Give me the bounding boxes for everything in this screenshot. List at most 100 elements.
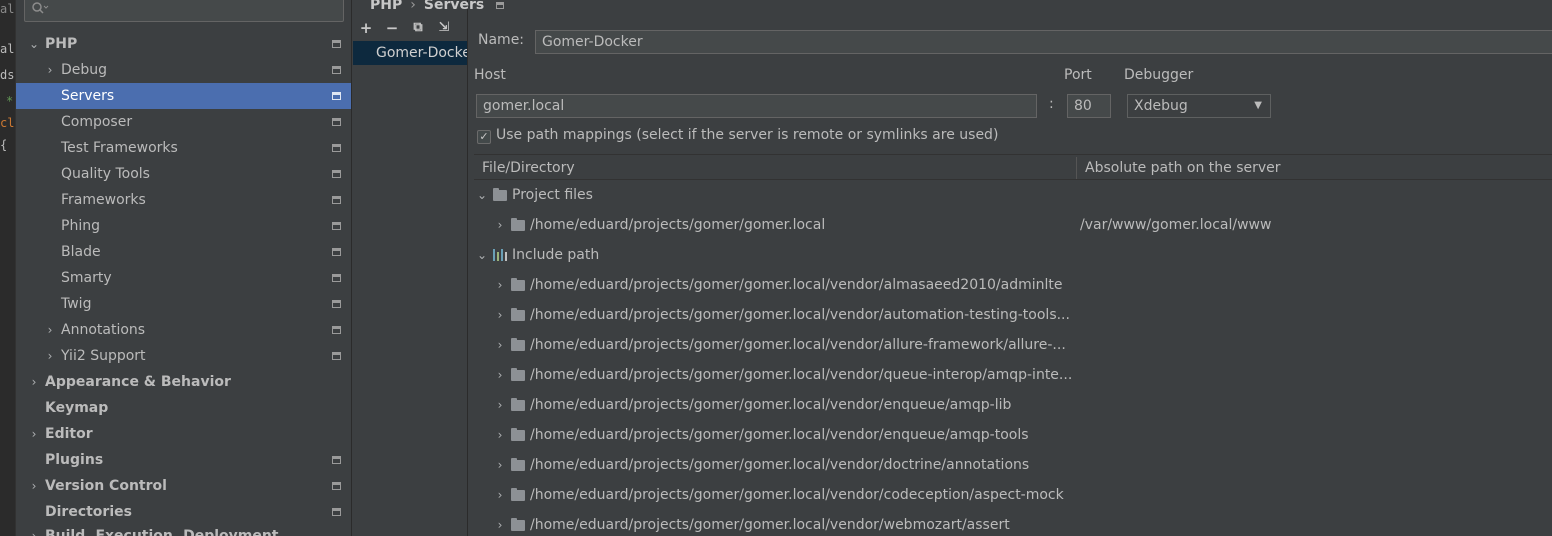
- column-header-server-path[interactable]: Absolute path on the server: [1085, 155, 1281, 181]
- tree-item-blade[interactable]: Blade: [16, 239, 351, 265]
- tree-item-label: Keymap: [45, 400, 109, 416]
- table-row-include-path[interactable]: ⌄ Include path: [474, 240, 1552, 270]
- chevron-down-icon: ▼: [1254, 100, 1262, 111]
- tree-item-servers[interactable]: Servers: [16, 83, 351, 109]
- import-server-button[interactable]: ⇲: [434, 18, 454, 38]
- editor-fragment-text: {: [0, 138, 8, 152]
- local-path: /home/eduard/projects/gomer/gomer.local/…: [530, 337, 1066, 353]
- tree-item-directories[interactable]: Directories: [16, 499, 351, 525]
- chevron-right-icon: ›: [497, 218, 503, 232]
- tree-item-yii2-support[interactable]: › Yii2 Support: [16, 343, 351, 369]
- project-level-icon: [332, 274, 341, 282]
- folder-icon: [511, 488, 525, 501]
- server-list-item[interactable]: Gomer-Docker: [353, 41, 467, 65]
- table-row[interactable]: › /home/eduard/projects/gomer/gomer.loca…: [474, 420, 1552, 450]
- project-level-icon: [332, 456, 341, 464]
- table-row-project-files[interactable]: ⌄ Project files: [474, 180, 1552, 210]
- local-path: /home/eduard/projects/gomer/gomer.local/…: [530, 517, 1010, 533]
- table-row[interactable]: › /home/eduard/projects/gomer/gomer.loca…: [474, 360, 1552, 390]
- project-level-icon: [332, 508, 341, 516]
- chevron-right-icon: ›: [497, 458, 503, 472]
- path-mappings-label[interactable]: Use path mappings (select if the server …: [496, 127, 998, 143]
- chevron-right-icon: ›: [47, 63, 53, 77]
- tree-item-plugins[interactable]: Plugins: [16, 447, 351, 473]
- tree-item-label: Composer: [61, 114, 133, 130]
- chevron-down-icon: ⌄: [476, 248, 488, 262]
- project-level-icon: [332, 222, 341, 230]
- editor-fragment-text: al: [0, 42, 15, 56]
- tree-item-test-frameworks[interactable]: Test Frameworks: [16, 135, 351, 161]
- chevron-right-icon: ›: [497, 308, 503, 322]
- project-level-icon: [332, 170, 341, 178]
- table-row[interactable]: › /home/eduard/projects/gomer/gomer.loca…: [474, 390, 1552, 420]
- tree-item-keymap[interactable]: Keymap: [16, 395, 351, 421]
- chevron-right-icon: ›: [31, 427, 37, 441]
- tree-item-quality-tools[interactable]: Quality Tools: [16, 161, 351, 187]
- chevron-right-icon: ›: [497, 278, 503, 292]
- library-icon: [493, 249, 507, 261]
- table-row[interactable]: › /home/eduard/projects/gomer/gomer.loca…: [474, 330, 1552, 360]
- table-row[interactable]: › /home/eduard/projects/gomer/gomer.loca…: [474, 300, 1552, 330]
- host-port-separator: :: [1049, 96, 1054, 112]
- debugger-select[interactable]: Xdebug ▼: [1127, 94, 1271, 118]
- column-header-file-directory[interactable]: File/Directory: [482, 155, 575, 181]
- table-row[interactable]: › /home/eduard/projects/gomer/gomer.loca…: [474, 270, 1552, 300]
- folder-icon: [511, 368, 525, 381]
- chevron-right-icon: ›: [47, 323, 53, 337]
- settings-tree: ⌄ PHP › Debug Servers Composer Test Fram…: [16, 0, 352, 536]
- chevron-right-icon: ›: [31, 375, 37, 389]
- tree-item-annotations[interactable]: › Annotations: [16, 317, 351, 343]
- tree-item-label: Phing: [61, 218, 100, 234]
- folder-icon: [511, 398, 525, 411]
- tree-item-composer[interactable]: Composer: [16, 109, 351, 135]
- tree-item-editor[interactable]: › Editor: [16, 421, 351, 447]
- breadcrumb-current: Servers: [423, 0, 485, 13]
- folder-icon: [511, 428, 525, 441]
- settings-search-input[interactable]: [24, 0, 344, 22]
- path-mappings-checkbox[interactable]: ✓: [477, 130, 491, 144]
- table-row[interactable]: › /home/eduard/projects/gomer/gomer.loca…: [474, 510, 1552, 536]
- breadcrumb-separator: ›: [410, 0, 416, 13]
- host-input[interactable]: gomer.local: [476, 94, 1037, 118]
- breadcrumb-parent[interactable]: PHP: [370, 0, 402, 13]
- table-row[interactable]: › /home/eduard/projects/gomer/gomer.loca…: [474, 480, 1552, 510]
- tree-item-frameworks[interactable]: Frameworks: [16, 187, 351, 213]
- folder-icon: [511, 278, 525, 291]
- chevron-down-icon: ⌄: [476, 188, 488, 202]
- tree-item-label: Editor: [45, 426, 93, 442]
- tree-item-php[interactable]: ⌄ PHP: [16, 31, 351, 57]
- copy-server-button[interactable]: ⧉: [408, 18, 428, 38]
- host-label: Host: [474, 67, 506, 83]
- project-level-icon: [332, 92, 341, 100]
- server-name-input[interactable]: Gomer-Docker: [535, 30, 1552, 54]
- folder-icon: [511, 458, 525, 471]
- table-row[interactable]: › /home/eduard/projects/gomer/gomer.loca…: [474, 450, 1552, 480]
- tree-item-phing[interactable]: Phing: [16, 213, 351, 239]
- local-path: /home/eduard/projects/gomer/gomer.local/…: [530, 307, 1070, 323]
- port-input[interactable]: 80: [1067, 94, 1111, 118]
- project-level-icon: [332, 196, 341, 204]
- table-row[interactable]: › /home/eduard/projects/gomer/gomer.loca…: [474, 210, 1552, 240]
- project-level-icon: [496, 1, 505, 9]
- tree-item-build-execution-deployment[interactable]: › Build, Execution, Deployment: [16, 523, 351, 536]
- tree-item-debug[interactable]: › Debug: [16, 57, 351, 83]
- add-server-button[interactable]: +: [356, 18, 376, 38]
- tree-item-label: Build, Execution, Deployment: [45, 528, 279, 536]
- tree-item-version-control[interactable]: › Version Control: [16, 473, 351, 499]
- tree-item-label: Directories: [45, 504, 132, 520]
- tree-item-smarty[interactable]: Smarty: [16, 265, 351, 291]
- tree-item-appearance-behavior[interactable]: › Appearance & Behavior: [16, 369, 351, 395]
- column-divider[interactable]: [1076, 157, 1077, 179]
- tree-item-label: Version Control: [45, 478, 167, 494]
- servers-list-panel: [352, 0, 468, 536]
- folder-icon: [493, 188, 507, 201]
- local-path: /home/eduard/projects/gomer/gomer.local/…: [530, 277, 1063, 293]
- server-path[interactable]: /var/www/gomer.local/www: [1080, 210, 1271, 240]
- name-label: Name:: [478, 32, 525, 48]
- project-level-icon: [332, 352, 341, 360]
- remove-server-button[interactable]: −: [382, 18, 402, 38]
- tree-item-twig[interactable]: Twig: [16, 291, 351, 317]
- tree-item-label: Plugins: [45, 452, 104, 468]
- local-path: /home/eduard/projects/gomer/gomer.local/…: [530, 367, 1073, 383]
- row-label: Project files: [512, 187, 593, 203]
